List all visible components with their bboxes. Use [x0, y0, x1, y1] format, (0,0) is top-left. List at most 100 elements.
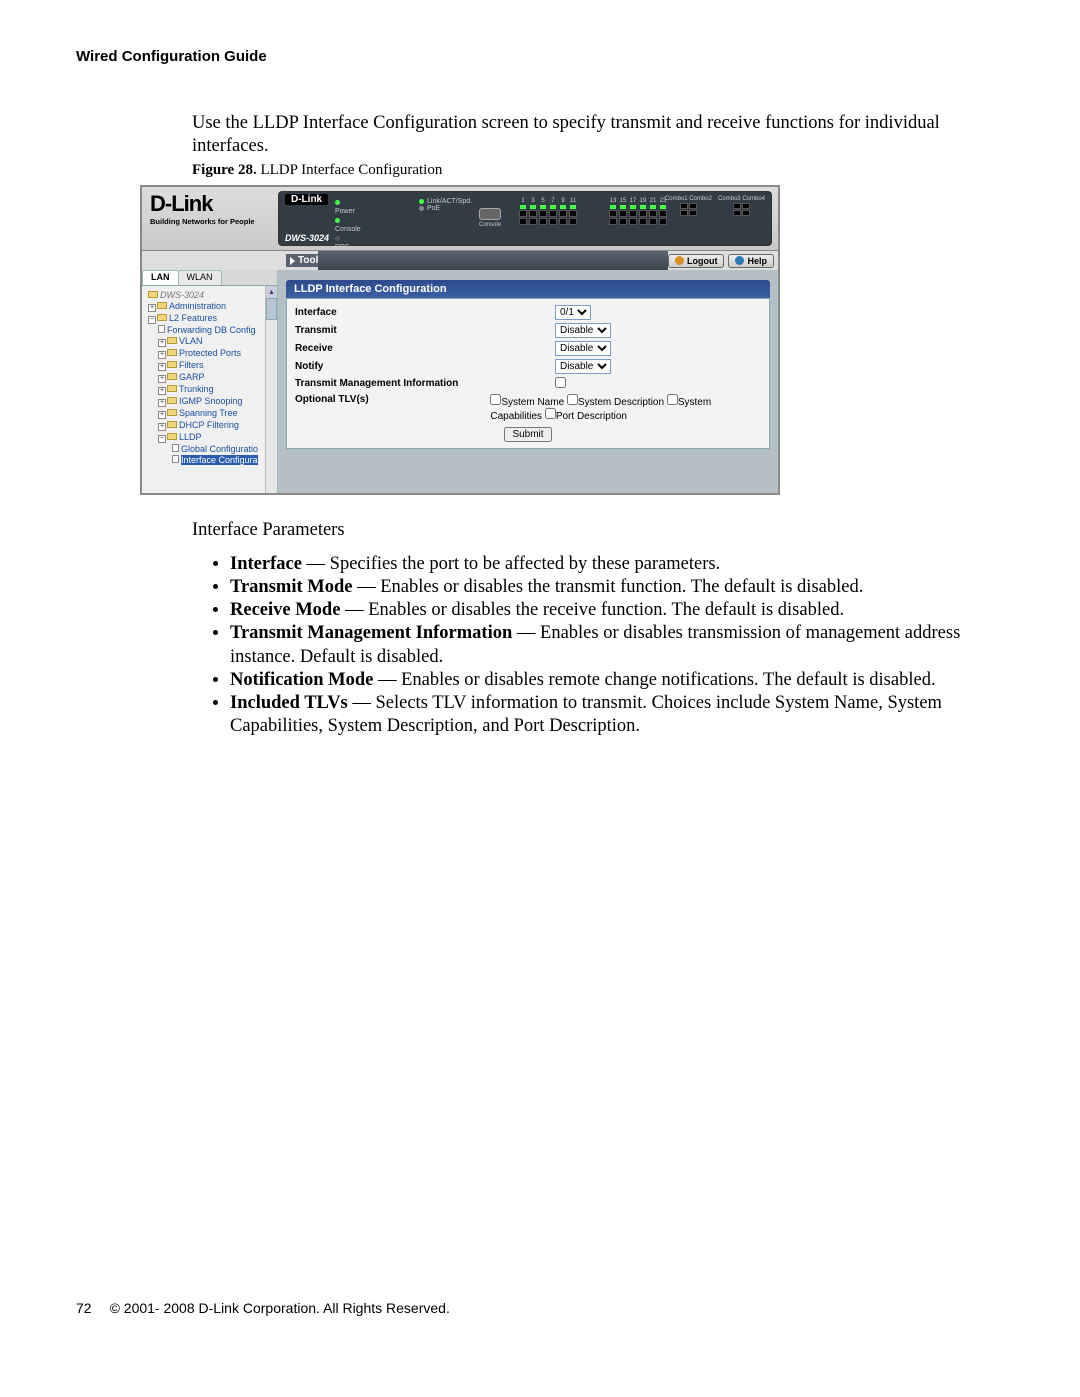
tlv-system-name-label: System Name [501, 397, 564, 408]
logout-icon [675, 256, 684, 265]
tree-item-lldp-interface[interactable]: Interface Configura [144, 454, 275, 465]
led-power: Power [335, 207, 361, 216]
tree-item-forwarding-db[interactable]: Forwarding DB Config [144, 324, 275, 335]
field-label-tmi: Transmit Management Information [295, 378, 555, 389]
field-label-optional-tlvs: Optional TLV(s) [295, 394, 490, 405]
section-subhead: Interface Parameters [192, 520, 345, 541]
tree-item-spanning-tree[interactable]: +Spanning Tree [144, 407, 275, 419]
panel-title: LLDP Interface Configuration [286, 280, 770, 298]
tlv-system-capabilities-checkbox[interactable] [667, 394, 678, 405]
intro-paragraph: Use the LLDP Interface Configuration scr… [192, 112, 972, 158]
console-port-label: Console [479, 222, 501, 228]
bullet-transmit-mode: Transmit Mode — Enables or disables the … [230, 576, 970, 599]
tree-item-protected-ports[interactable]: +Protected Ports [144, 347, 275, 359]
brand-logo: D-Link [150, 191, 272, 217]
tree-scrollbar[interactable]: ▴ [265, 286, 277, 495]
page-footer: 72 © 2001- 2008 D-Link Corporation. All … [76, 1300, 450, 1316]
tab-lan[interactable]: LAN [142, 270, 179, 285]
interface-select[interactable]: 0/1 [555, 305, 591, 320]
main-panel: LLDP Interface Configuration Interface 0… [278, 270, 778, 495]
tlv-port-description-label: Port Description [556, 411, 627, 422]
help-icon [735, 256, 744, 265]
port-group-1: 1 3 5 7 9 11 [519, 198, 577, 225]
bullet-tmi: Transmit Management Information — Enable… [230, 622, 970, 668]
work-area: LAN WLAN DWS-3024 +Administration −L2 Fe… [142, 270, 778, 495]
tlv-system-name[interactable]: System Name [490, 397, 564, 408]
receive-select[interactable]: Disable [555, 341, 611, 356]
led-rps: RPS [335, 243, 361, 252]
field-label-receive: Receive [295, 343, 555, 354]
port-num: 17 [630, 198, 637, 204]
status-leds: Power Console RPS [335, 198, 361, 252]
help-label: Help [747, 256, 767, 266]
device-header: D-Link Building Networks for People D-Li… [142, 187, 778, 251]
device-model: DWS-3024 [285, 233, 329, 243]
figure-caption: Figure 28. LLDP Interface Configuration [192, 162, 442, 179]
brand-tagline: Building Networks for People [150, 217, 272, 226]
submit-button[interactable] [504, 427, 551, 442]
device-panel: D-Link DWS-3024 Power Console RPS Link/A… [278, 191, 772, 246]
parameter-bullets: Interface — Specifies the port to be aff… [230, 553, 970, 738]
port-group-2: 13 15 17 19 21 23 [609, 198, 667, 225]
transmit-select[interactable]: Disable [555, 323, 611, 338]
tlv-port-description[interactable]: Port Description [545, 411, 627, 422]
port-num: 3 [531, 198, 534, 204]
notify-select[interactable]: Disable [555, 359, 611, 374]
scroll-up-icon[interactable]: ▴ [266, 286, 277, 298]
tlv-system-name-checkbox[interactable] [490, 394, 501, 405]
nav-tree: DWS-3024 +Administration −L2 Features Fo… [142, 286, 277, 468]
doc-icon [172, 444, 179, 452]
tmi-checkbox[interactable] [555, 377, 566, 388]
logout-button[interactable]: Logout [668, 254, 725, 268]
brand-logo-block: D-Link Building Networks for People [142, 187, 278, 250]
tree-item-trunking[interactable]: +Trunking [144, 383, 275, 395]
bullet-interface: Interface — Specifies the port to be aff… [230, 553, 970, 576]
tree-item-administration[interactable]: +Administration [144, 300, 275, 312]
tree-item-vlan[interactable]: +VLAN [144, 335, 275, 347]
tree-item-lldp-global[interactable]: Global Configuratio [144, 443, 275, 454]
port-num: 19 [640, 198, 647, 204]
doc-icon [172, 455, 179, 463]
tree-item-filters[interactable]: +Filters [144, 359, 275, 371]
bullet-notification-mode: Notification Mode — Enables or disables … [230, 669, 970, 692]
panel-body: Interface 0/1 Transmit Disable Receive D… [286, 298, 770, 449]
field-label-transmit: Transmit [295, 325, 555, 336]
scroll-thumb[interactable] [266, 298, 277, 320]
port-num: 1 [521, 198, 524, 204]
logout-label: Logout [687, 256, 718, 266]
tool-menu-label: Tool [298, 255, 318, 266]
screenshot-window: D-Link Building Networks for People D-Li… [140, 185, 780, 495]
tree-item-garp[interactable]: +GARP [144, 371, 275, 383]
figure-title: LLDP Interface Configuration [257, 162, 443, 178]
port-num: 11 [570, 198, 576, 204]
led-console: Console [335, 225, 361, 234]
tlv-system-description[interactable]: System Description [567, 397, 664, 408]
tree-item-igmp-snooping[interactable]: +IGMP Snooping [144, 395, 275, 407]
folder-icon [167, 433, 177, 440]
tree-item-dhcp-filtering[interactable]: +DHCP Filtering [144, 419, 275, 431]
help-button[interactable]: Help [728, 254, 774, 268]
poe-label: PoE [427, 205, 440, 212]
nav-tree-panel: LAN WLAN DWS-3024 +Administration −L2 Fe… [142, 270, 278, 495]
tree-root[interactable]: DWS-3024 [144, 289, 275, 300]
field-label-notify: Notify [295, 361, 555, 372]
tree-item-lldp[interactable]: −LLDP [144, 431, 275, 443]
link-act-block: Link/ACT/Spd. PoE [419, 198, 472, 212]
figure-label: Figure 28. [192, 162, 257, 178]
device-brand: D-Link [285, 194, 328, 205]
port-num: 5 [541, 198, 544, 204]
link-act-label: Link/ACT/Spd. [427, 198, 472, 205]
chevron-right-icon [290, 257, 295, 265]
tlv-system-description-checkbox[interactable] [567, 394, 578, 405]
folder-icon [157, 302, 167, 309]
tab-wlan[interactable]: WLAN [178, 270, 222, 285]
tlv-port-description-checkbox[interactable] [545, 408, 556, 419]
folder-icon [167, 349, 177, 356]
combo-ports: Combo1 Combo2 Combo3 Combo4 [665, 196, 765, 216]
tree-item-l2-features[interactable]: −L2 Features [144, 312, 275, 324]
nav-tabs: LAN WLAN [142, 270, 277, 286]
folder-icon [157, 314, 167, 321]
port-num: 7 [551, 198, 554, 204]
doc-icon [158, 325, 165, 333]
folder-icon [167, 421, 177, 428]
